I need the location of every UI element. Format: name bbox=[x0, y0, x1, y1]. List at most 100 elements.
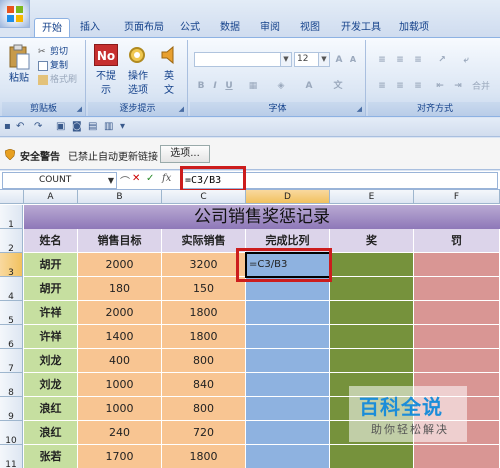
format-painter-button[interactable]: 格式刷 bbox=[38, 72, 77, 85]
cell-actual[interactable]: 1800 bbox=[162, 325, 246, 349]
tab-developer[interactable]: 开发工具 bbox=[336, 18, 386, 37]
fill-color-button[interactable]: ◈ bbox=[270, 78, 292, 93]
print-preview-icon[interactable]: ▣ bbox=[56, 121, 65, 132]
cell-target[interactable]: 240 bbox=[78, 421, 162, 445]
cell-target[interactable]: 2000 bbox=[78, 301, 162, 325]
cell-name[interactable]: 胡开 bbox=[24, 253, 78, 277]
row-header-3[interactable]: 3 bbox=[0, 253, 23, 278]
font-name-combo[interactable]: ▼ bbox=[194, 52, 292, 67]
row-header-7[interactable]: 7 bbox=[0, 349, 23, 374]
cell-actual[interactable]: 3200 bbox=[162, 253, 246, 277]
row-header-9[interactable]: 9 bbox=[0, 397, 23, 422]
align-right-button[interactable]: ≡ bbox=[410, 78, 426, 93]
customize-qat-icon[interactable]: ▾ bbox=[120, 121, 125, 132]
chevron-down-icon[interactable]: ▼ bbox=[108, 173, 114, 188]
quick-print-icon[interactable]: ▤ bbox=[88, 121, 97, 132]
cell-name[interactable]: 浪红 bbox=[24, 397, 78, 421]
cut-button[interactable]: ✂ 剪切 bbox=[38, 44, 68, 58]
cell-ratio[interactable] bbox=[246, 373, 330, 397]
header-reward[interactable]: 奖 bbox=[330, 229, 414, 253]
cell-actual[interactable]: 720 bbox=[162, 421, 246, 445]
cell-penalty[interactable] bbox=[414, 325, 500, 349]
align-left-button[interactable]: ≡ bbox=[374, 78, 390, 93]
cell-penalty[interactable] bbox=[414, 301, 500, 325]
header-name[interactable]: 姓名 bbox=[24, 229, 78, 253]
english-button[interactable]: 英 文 bbox=[156, 70, 182, 98]
cell-ratio[interactable] bbox=[246, 349, 330, 373]
cell-actual[interactable]: 800 bbox=[162, 397, 246, 421]
wrap-text-button[interactable]: ⤶ bbox=[458, 52, 474, 67]
row-header-11[interactable]: 11 bbox=[0, 445, 23, 468]
cell-reward[interactable] bbox=[330, 253, 414, 277]
dialog-launcher-icon[interactable]: ◢ bbox=[357, 105, 362, 113]
tab-addins[interactable]: 加载项 bbox=[394, 18, 434, 37]
cell-target[interactable]: 1700 bbox=[78, 445, 162, 468]
cell-actual[interactable]: 1800 bbox=[162, 301, 246, 325]
enter-icon[interactable]: ✓ bbox=[146, 173, 154, 184]
tab-page-layout[interactable]: 页面布局 bbox=[118, 18, 170, 37]
cell-ratio[interactable] bbox=[246, 421, 330, 445]
font-color-button[interactable]: A bbox=[298, 78, 320, 93]
column-header-c[interactable]: C bbox=[162, 190, 246, 204]
undo-icon[interactable]: ↶ bbox=[16, 121, 24, 132]
tab-view[interactable]: 视图 bbox=[296, 18, 324, 37]
row-header-4[interactable]: 4 bbox=[0, 277, 23, 302]
row-header-6[interactable]: 6 bbox=[0, 325, 23, 350]
dialog-launcher-icon[interactable]: ◢ bbox=[179, 105, 184, 113]
cell-penalty[interactable] bbox=[414, 253, 500, 277]
office-button[interactable] bbox=[0, 0, 30, 28]
header-penalty[interactable]: 罚 bbox=[414, 229, 500, 253]
orientation-button[interactable]: ↗ bbox=[432, 52, 452, 67]
column-header-b[interactable]: B bbox=[78, 190, 162, 204]
tab-data[interactable]: 数据 bbox=[216, 18, 244, 37]
column-header-d[interactable]: D bbox=[246, 190, 330, 204]
insert-function-icon[interactable]: fx bbox=[162, 173, 171, 184]
copy-button[interactable]: 复制 bbox=[38, 58, 68, 71]
merge-button[interactable]: 合并 bbox=[472, 79, 490, 92]
tab-review[interactable]: 审阅 bbox=[256, 18, 284, 37]
align-bottom-button[interactable]: ≡ bbox=[410, 52, 426, 67]
cell-ratio[interactable] bbox=[246, 301, 330, 325]
name-box[interactable]: COUNT ▼ bbox=[2, 172, 117, 189]
operation-options-button[interactable]: 操作 选项 bbox=[122, 70, 154, 98]
cell-penalty[interactable] bbox=[414, 277, 500, 301]
cell-penalty[interactable] bbox=[414, 349, 500, 373]
borders-button[interactable]: ▦ bbox=[242, 78, 264, 93]
row-header-1[interactable]: 1 bbox=[0, 205, 23, 230]
increase-indent-button[interactable]: ⇥ bbox=[450, 78, 466, 93]
cell-reward[interactable] bbox=[330, 301, 414, 325]
paste-button[interactable]: 粘贴 bbox=[4, 72, 34, 86]
header-target[interactable]: 销售目标 bbox=[78, 229, 162, 253]
decrease-indent-button[interactable]: ⇤ bbox=[432, 78, 448, 93]
cancel-icon[interactable]: ✕ bbox=[132, 173, 140, 184]
cell-ratio[interactable] bbox=[246, 397, 330, 421]
cell-name[interactable]: 张若 bbox=[24, 445, 78, 468]
cell-name[interactable]: 刘龙 bbox=[24, 349, 78, 373]
cell-target[interactable]: 1400 bbox=[78, 325, 162, 349]
cell-name[interactable]: 刘龙 bbox=[24, 373, 78, 397]
cell-name[interactable]: 许祥 bbox=[24, 301, 78, 325]
cell-actual[interactable]: 150 bbox=[162, 277, 246, 301]
underline-button[interactable]: U bbox=[222, 78, 236, 93]
cell-ratio[interactable] bbox=[246, 445, 330, 468]
align-top-button[interactable]: ≡ bbox=[374, 52, 390, 67]
sheet-title[interactable]: 公司销售奖惩记录 bbox=[24, 205, 500, 229]
dialog-launcher-icon[interactable]: ◢ bbox=[77, 105, 82, 113]
font-size-combo[interactable]: 12 ▼ bbox=[294, 52, 330, 67]
align-center-button[interactable]: ≡ bbox=[392, 78, 408, 93]
chart-icon[interactable]: ▥ bbox=[104, 121, 113, 132]
cell-name[interactable]: 胡开 bbox=[24, 277, 78, 301]
row-header-8[interactable]: 8 bbox=[0, 373, 23, 398]
cell-ratio[interactable] bbox=[246, 325, 330, 349]
cell-target[interactable]: 400 bbox=[78, 349, 162, 373]
cell-actual[interactable]: 840 bbox=[162, 373, 246, 397]
column-header-e[interactable]: E bbox=[330, 190, 414, 204]
bold-button[interactable]: B bbox=[194, 78, 208, 93]
italic-button[interactable]: I bbox=[208, 78, 222, 93]
shrink-font-button[interactable]: A bbox=[346, 52, 360, 67]
cell-target[interactable]: 1000 bbox=[78, 397, 162, 421]
cell-target[interactable]: 1000 bbox=[78, 373, 162, 397]
tab-formulas[interactable]: 公式 bbox=[176, 18, 204, 37]
camera-icon[interactable]: ◙ bbox=[72, 121, 82, 132]
tab-insert[interactable]: 插入 bbox=[76, 18, 104, 37]
